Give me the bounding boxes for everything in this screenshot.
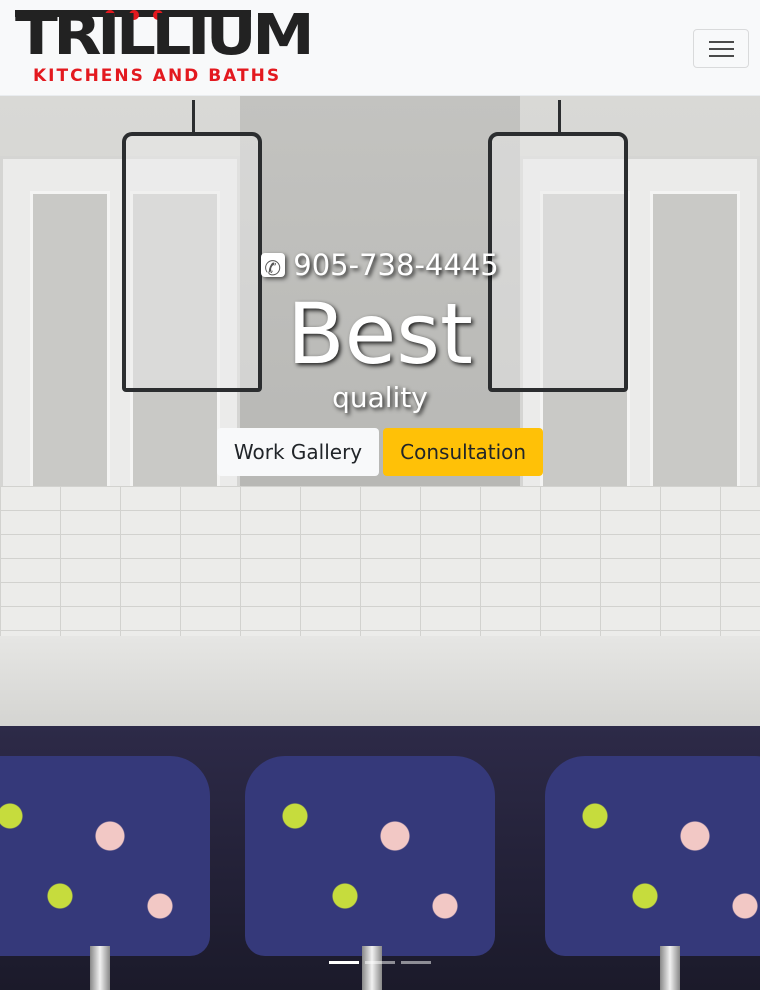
hamburger-icon (709, 48, 734, 50)
logo-wordmark: TRILLIUM (15, 3, 315, 68)
kitchen-background-image (0, 96, 760, 990)
carousel-indicators (0, 961, 760, 964)
phone-number[interactable]: 905-738-4445 (0, 246, 760, 287)
hero-carousel: 905-738-4445 Best quality Work Gallery C… (0, 96, 760, 990)
consultation-button[interactable]: Consultation (383, 428, 544, 476)
hamburger-icon (709, 55, 734, 57)
carousel-indicator-3[interactable] (401, 961, 431, 964)
work-gallery-button[interactable]: Work Gallery (216, 428, 380, 476)
navbar-toggler-button[interactable] (693, 29, 749, 68)
hamburger-icon (709, 41, 734, 43)
carousel-indicator-1[interactable] (329, 961, 359, 964)
hero-headline: Best (286, 285, 473, 383)
navbar: TRILLIUM KITCHENS AND BATHS (0, 0, 760, 96)
phone-text: 905-738-4445 (293, 248, 499, 282)
carousel-indicator-2[interactable] (365, 961, 395, 964)
phone-square-icon (261, 249, 286, 287)
hero-button-group: Work Gallery Consultation (0, 428, 760, 476)
logo-tagline: KITCHENS AND BATHS (33, 66, 282, 86)
carousel-caption: 905-738-4445 Best quality Work Gallery C… (0, 246, 760, 476)
brand-logo[interactable]: TRILLIUM KITCHENS AND BATHS (15, 8, 315, 88)
hero-subheadline: quality (332, 381, 428, 414)
